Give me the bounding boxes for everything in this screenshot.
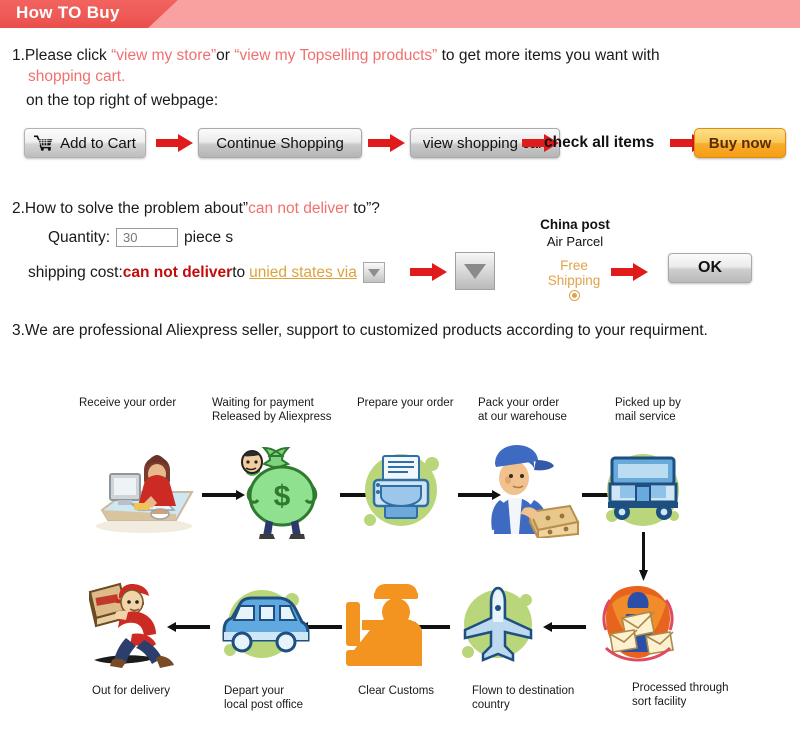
radio-selected-icon[interactable] [568, 290, 580, 301]
shipping-method-dropdown-button[interactable] [455, 252, 495, 290]
shipping-cost-error-text: can not deliver [122, 263, 233, 281]
flow-label-bottom-3: Clear Customs [358, 685, 435, 697]
flow-label-top-4: Pack your order at our warehouse [478, 397, 567, 423]
shopping-cart-icon [34, 135, 53, 151]
chevron-down-icon-large [464, 263, 486, 279]
link-view-my-topselling-products[interactable]: view my Topselling products [239, 47, 432, 64]
arrow-right-icon-6 [611, 262, 649, 282]
customs-officer-icon [340, 580, 435, 670]
section-2-title-a: 2.How to solve the problem about” [12, 200, 249, 217]
arrow-right-icon-5 [410, 262, 448, 282]
header-divider [0, 28, 800, 31]
delivery-van-icon [212, 578, 312, 670]
delivery-truck-icon [596, 442, 691, 537]
mail-sorting-icon [592, 578, 684, 670]
section-1-prefix: 1.Please click [12, 47, 112, 64]
quantity-input[interactable] [116, 228, 179, 247]
link-view-my-store[interactable]: view my store [116, 47, 211, 64]
carrier-service: Air Parcel [546, 234, 604, 249]
flow-label-top-2: Waiting for payment Released by Aliexpre… [212, 397, 332, 423]
carrier-name: China post [540, 217, 610, 232]
free-shipping-line-2: Shipping [547, 273, 601, 288]
flow-label-bottom-2: Depart your local post office [224, 685, 304, 711]
flow-arrow-left-1 [540, 620, 586, 632]
section-2-title-highlight: can not deliver [248, 200, 349, 217]
flow-label-bottom-1: Out for delivery [92, 685, 170, 697]
buy-now-button[interactable]: Buy now [694, 128, 786, 158]
shipping-process-flowchart: Receive your order Waiting for payment R… [0, 380, 800, 742]
shipping-cost-row: shipping cost: can not deliver to unied … [28, 262, 385, 283]
add-to-cart-label: Add to Cart [60, 134, 136, 152]
page-title: How TO Buy [16, 3, 120, 22]
quantity-unit-label: piece s [184, 228, 234, 246]
money-bag-icon: $ [230, 442, 335, 542]
buy-now-label: Buy now [708, 134, 772, 152]
flow-label-bottom-5: Processed through sort facility [632, 682, 729, 708]
flow-label-bottom-4: Flown to destination country [472, 685, 575, 711]
quantity-label: Quantity: [48, 228, 111, 246]
country-dropdown-button[interactable] [362, 262, 385, 283]
buy-flow-button-row: Add to Cart Continue Shopping view shopp… [24, 128, 794, 170]
check-all-items-label: check all items [544, 134, 655, 151]
free-shipping-badge: Free Shipping [534, 258, 614, 301]
arrow-right-icon-2 [368, 133, 406, 153]
ok-button-label: OK [698, 259, 722, 276]
printer-icon [354, 442, 449, 537]
airplane-icon [452, 578, 544, 670]
section-1-tail: to get more items you want with [437, 47, 660, 64]
section-1-line-3: on the top right of webpage: [26, 92, 219, 109]
flow-arrow-down-1 [637, 532, 649, 582]
shipping-cost-label: shipping cost: [28, 263, 123, 281]
section-2-title: 2.How to solve the problem about”can not… [12, 200, 380, 218]
country-select-link[interactable]: unied states via [249, 264, 357, 282]
continue-shopping-label: Continue Shopping [216, 134, 344, 152]
add-to-cart-button[interactable]: Add to Cart [24, 128, 146, 158]
section-2-title-b: to”? [348, 200, 380, 217]
chevron-down-icon-small [367, 268, 380, 277]
section-3-title: 3.We are professional Aliexpress seller,… [12, 322, 708, 339]
section-1-line-2: shopping cart. [28, 68, 126, 85]
page-header: How TO Buy [0, 0, 800, 32]
section-1-line-1: 1.Please click “view my store”or “view m… [12, 45, 792, 66]
section-1-text: 1.Please click “view my store”or “view m… [12, 45, 792, 87]
arrow-right-icon-1 [156, 133, 194, 153]
worker-packing-boxes-icon [478, 438, 583, 538]
flow-label-top-5: Picked up by mail service [615, 397, 681, 423]
flow-label-top-1: Receive your order [79, 397, 177, 409]
person-at-computer-icon [88, 448, 200, 538]
flow-label-top-3: Prepare your order [357, 397, 454, 409]
running-courier-icon [86, 576, 196, 672]
continue-shopping-button[interactable]: Continue Shopping [198, 128, 362, 158]
svg-text:$: $ [274, 480, 291, 513]
carrier-info: China post Air Parcel [532, 216, 618, 250]
shipping-to-word: to [232, 263, 246, 281]
quantity-row: Quantity: piece s [48, 228, 233, 247]
ok-button[interactable]: OK [668, 253, 752, 283]
section-1-mid: or [216, 47, 235, 64]
free-shipping-line-1: Free [560, 258, 588, 273]
